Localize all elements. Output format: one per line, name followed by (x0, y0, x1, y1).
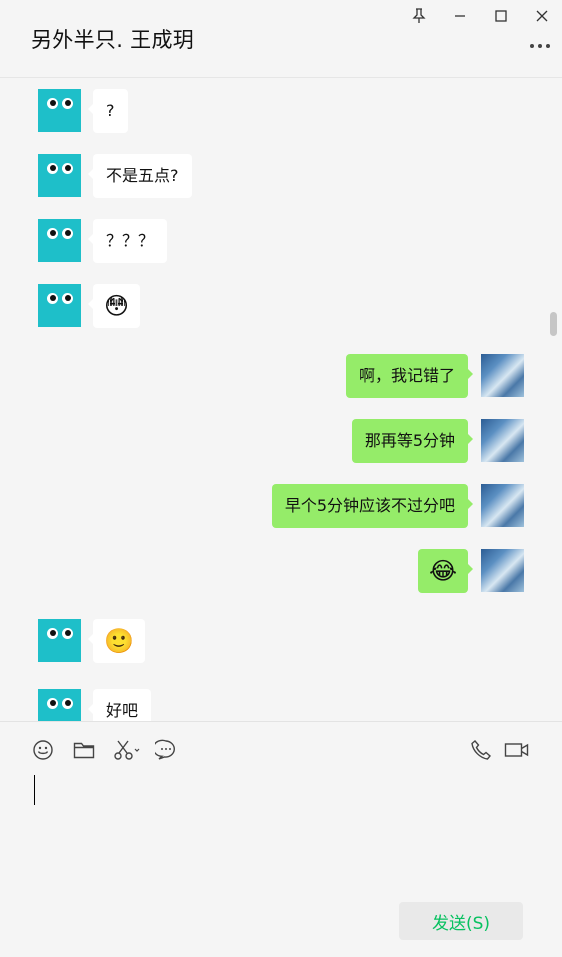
contact-avatar[interactable] (38, 619, 81, 662)
compose-area: 发送(S) (0, 721, 562, 957)
pin-icon[interactable] (406, 4, 432, 28)
contact-avatar[interactable] (38, 219, 81, 262)
contact-avatar[interactable] (38, 284, 81, 327)
video-call-icon[interactable] (504, 739, 530, 761)
message-input[interactable] (34, 775, 35, 805)
incoming-emoji-bubble[interactable]: 🙂 (88, 619, 145, 663)
folder-icon[interactable] (73, 739, 95, 761)
incoming-emoji-bubble[interactable]: 😳 (87, 284, 141, 328)
my-avatar[interactable] (481, 549, 524, 592)
contact-avatar[interactable] (38, 89, 81, 132)
title-bar: 另外半只. 王成玥 (0, 0, 562, 78)
my-avatar[interactable] (481, 354, 524, 397)
incoming-message-bubble[interactable]: 不是五点? (88, 154, 192, 198)
chat-title: 另外半只. 王成玥 (31, 28, 195, 52)
incoming-message-bubble[interactable]: 好吧 (87, 689, 152, 721)
my-avatar[interactable] (481, 484, 524, 527)
close-icon[interactable] (529, 4, 555, 28)
scissors-icon[interactable] (113, 739, 141, 761)
contact-avatar[interactable] (38, 154, 81, 197)
minimize-icon[interactable] (447, 4, 473, 28)
my-avatar[interactable] (481, 419, 524, 462)
outgoing-emoji-bubble[interactable]: 😂 (417, 549, 474, 593)
message-list[interactable]: ? 不是五点? ？？？ 😳 啊，我记错了 那再等5分钟 早个5分钟应该不过分吧 … (0, 78, 562, 721)
emoji-icon[interactable] (32, 739, 54, 761)
scrollbar-thumb[interactable] (550, 312, 557, 336)
more-options-icon[interactable] (530, 38, 550, 54)
chat-history-icon[interactable] (155, 739, 177, 761)
contact-avatar[interactable] (38, 689, 81, 721)
incoming-message-bubble[interactable]: ？？？ (87, 219, 168, 263)
maximize-icon[interactable] (488, 4, 514, 28)
outgoing-message-bubble[interactable]: 早个5分钟应该不过分吧 (271, 484, 474, 528)
incoming-message-bubble[interactable]: ? (88, 89, 128, 133)
voice-call-icon[interactable] (470, 739, 492, 761)
outgoing-message-bubble[interactable]: 啊，我记错了 (345, 354, 474, 398)
outgoing-message-bubble[interactable]: 那再等5分钟 (351, 419, 474, 463)
send-button[interactable]: 发送(S) (399, 902, 523, 940)
